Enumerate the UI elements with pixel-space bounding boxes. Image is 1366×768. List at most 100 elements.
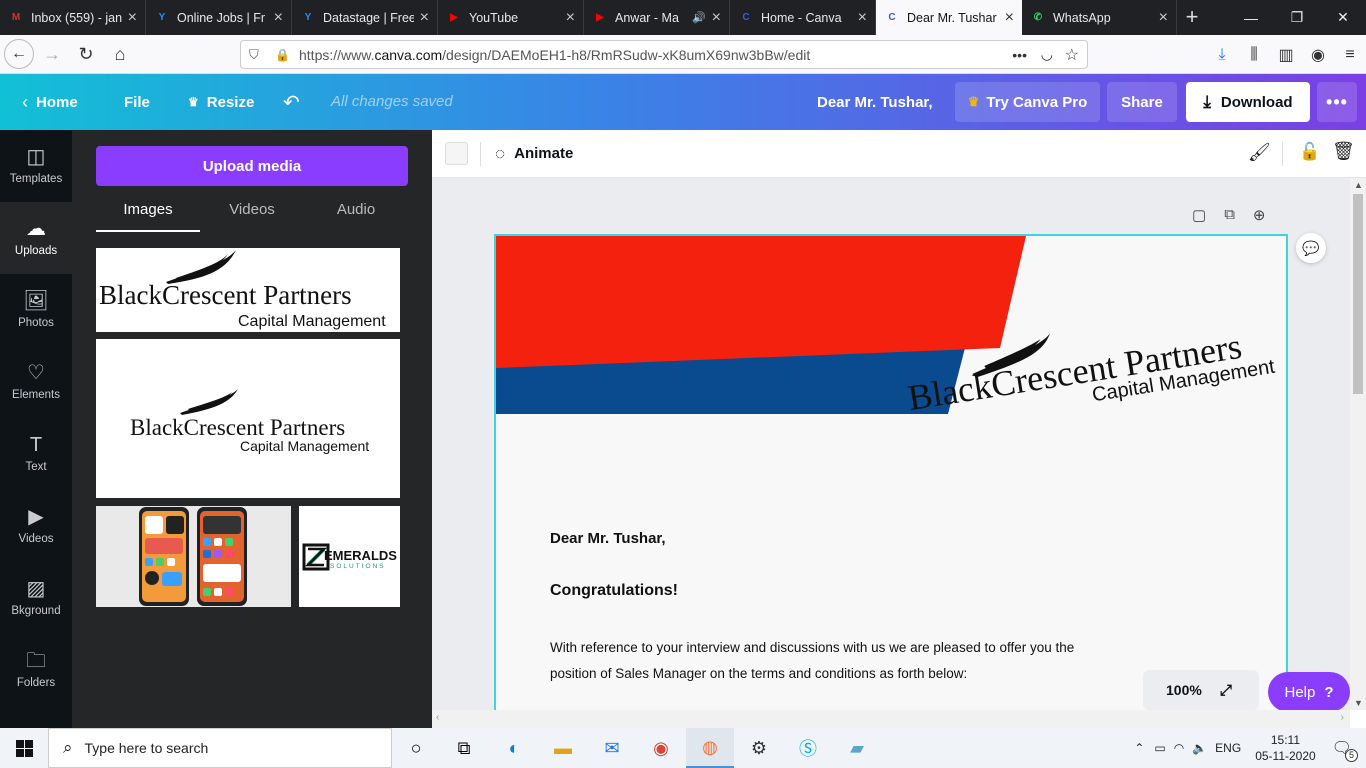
scroll-down-arrow[interactable]: ▼ (1354, 698, 1363, 708)
new-tab-button[interactable]: + (1177, 0, 1207, 35)
close-tab-icon[interactable]: × (858, 9, 867, 27)
scroll-up-arrow[interactable]: ▲ (1354, 180, 1363, 190)
upload-media-button[interactable]: Upload media (96, 146, 408, 186)
notepad-icon[interactable]: ▰ (833, 728, 881, 768)
copy-style-icon[interactable]: 🖌 (1248, 142, 1271, 163)
document-title[interactable]: Dear Mr. Tushar, (817, 74, 933, 130)
sidebar-item-folders[interactable]: 🗀 Folders (0, 634, 72, 706)
cortana-icon[interactable]: ○ (392, 728, 440, 768)
resize-button[interactable]: ♛ Resize (188, 74, 254, 130)
close-window-icon[interactable]: ✕ (1320, 0, 1366, 35)
file-menu-button[interactable]: File (124, 74, 150, 130)
edge-icon[interactable]: ◐ (490, 728, 538, 768)
upload-thumbnail-logo-dark[interactable]: BlackCrescent Partners Capital Managemen… (96, 248, 400, 332)
home-icon[interactable]: ⌂ (104, 38, 136, 70)
shield-icon[interactable]: ⛉ (249, 47, 259, 63)
animate-button[interactable]: ◌ Animate (495, 130, 573, 177)
mail-icon[interactable]: ✉ (588, 728, 636, 768)
close-tab-icon[interactable]: × (128, 9, 137, 27)
background-color-swatch[interactable] (445, 142, 468, 165)
tab-audio[interactable]: Audio (304, 192, 408, 232)
body-text-line-1[interactable]: With reference to your interview and dis… (550, 640, 1074, 655)
browser-tab[interactable]: C Dear Mr. Tushar × (876, 0, 1022, 35)
download-button[interactable]: ⤓ Download (1186, 82, 1310, 122)
reload-icon[interactable]: ↻ (70, 38, 102, 70)
close-tab-icon[interactable]: × (1005, 9, 1014, 27)
show-hidden-icons-icon[interactable]: ⌃ (1134, 741, 1144, 755)
browser-tab[interactable]: M Inbox (559) - jan × (0, 0, 146, 35)
url-bar[interactable]: ⛉ 🔒 https://www.canva.com/design/DAEMoEH… (240, 40, 1088, 69)
speaker-icon[interactable]: 🔊 (692, 11, 706, 24)
design-page[interactable]: BlackCrescent Partners Capital Managemen… (494, 234, 1288, 710)
close-tab-icon[interactable]: × (420, 9, 429, 27)
scroll-thumb[interactable] (1353, 194, 1363, 394)
browser-tab[interactable]: Y Online Jobs | Fr × (146, 0, 292, 35)
share-button[interactable]: Share (1107, 82, 1177, 122)
lock-icon[interactable]: 🔓 (1299, 142, 1320, 162)
fullscreen-icon[interactable]: ⤢ (1220, 682, 1232, 699)
account-icon[interactable]: ◉ (1302, 45, 1334, 65)
pocket-icon[interactable]: ◡ (1041, 46, 1053, 63)
battery-icon[interactable]: ▭ (1154, 741, 1165, 755)
body-text-line-2[interactable]: position of Sales Manager on the terms a… (550, 666, 967, 681)
sidebar-icon[interactable]: ▥ (1270, 45, 1302, 65)
bookmark-star-icon[interactable]: ☆ (1065, 45, 1079, 65)
page-actions-icon[interactable]: ••• (1012, 47, 1027, 63)
back-icon[interactable]: ← (4, 39, 34, 69)
canvas-horizontal-scrollbar[interactable]: ‹ › (432, 710, 1350, 728)
home-button[interactable]: ‹ Home (22, 74, 78, 130)
forward-icon[interactable]: → (36, 38, 68, 70)
upload-thumbnail-phones[interactable] (96, 506, 291, 607)
minimize-icon[interactable]: — (1228, 0, 1274, 35)
menu-icon[interactable]: ≡ (1334, 46, 1366, 64)
browser-tab[interactable]: C Home - Canva × (730, 0, 876, 35)
close-tab-icon[interactable]: × (1159, 9, 1168, 27)
sidebar-item-text[interactable]: T Text (0, 418, 72, 490)
browser-tab[interactable]: ✆ WhatsApp × (1022, 0, 1177, 35)
file-explorer-icon[interactable]: ▬ (539, 728, 587, 768)
volume-icon[interactable]: 🔈 (1192, 741, 1207, 755)
clock[interactable]: 15:11 05-11-2020 (1255, 732, 1316, 764)
firefox-icon[interactable]: ◍ (686, 728, 734, 768)
close-tab-icon[interactable]: × (712, 9, 721, 27)
tab-videos[interactable]: Videos (200, 192, 304, 232)
sidebar-item-photos[interactable]: 🖼 Photos (0, 274, 72, 346)
canvas-vertical-scrollbar[interactable]: ▲ ▼ (1350, 178, 1366, 710)
undo-icon[interactable]: ↶ (283, 74, 300, 130)
delete-icon[interactable]: 🗑 (1332, 141, 1355, 162)
try-canva-pro-button[interactable]: ♛ Try Canva Pro (955, 82, 1100, 122)
settings-icon[interactable]: ⚙ (735, 728, 783, 768)
help-button[interactable]: Help ? (1268, 672, 1350, 710)
sidebar-item-templates[interactable]: ◫ Templates (0, 130, 72, 202)
browser-tab[interactable]: ▶ Anwar - Ma 🔊 × (584, 0, 730, 35)
browser-tab[interactable]: Y Datastage | Free × (292, 0, 438, 35)
downloads-icon[interactable]: ⤓ (1206, 46, 1238, 64)
skype-icon[interactable]: Ⓢ (784, 728, 832, 768)
windows-start-icon[interactable] (0, 728, 48, 768)
close-tab-icon[interactable]: × (274, 9, 283, 27)
browser-tab[interactable]: ▶ YouTube × (438, 0, 584, 35)
sidebar-item-bkground[interactable]: ▨ Bkground (0, 562, 72, 634)
tab-images[interactable]: Images (96, 192, 200, 232)
language-indicator[interactable]: ENG (1215, 741, 1241, 755)
wifi-icon[interactable]: ◠ (1174, 741, 1184, 755)
salutation-text[interactable]: Dear Mr. Tushar, (550, 530, 666, 547)
restore-icon[interactable]: ❐ (1274, 0, 1320, 35)
sidebar-item-elements[interactable]: ♡ Elements (0, 346, 72, 418)
task-view-icon[interactable]: ⧉ (440, 728, 488, 768)
sidebar-item-videos[interactable]: ▶ Videos (0, 490, 72, 562)
library-icon[interactable]: ⫼ (1238, 46, 1270, 64)
scroll-right-arrow[interactable]: › (1341, 712, 1344, 723)
taskbar-search-box[interactable]: ⌕ Type here to search (48, 728, 392, 768)
add-comment-button[interactable]: 💬 (1296, 233, 1326, 263)
duplicate-page-icon[interactable]: ⧉ (1224, 206, 1235, 224)
chrome-icon[interactable]: ◉ (637, 728, 685, 768)
scroll-left-arrow[interactable]: ‹ (436, 712, 439, 723)
zoom-control[interactable]: 100% ⤢ (1143, 670, 1259, 710)
notification-center-icon[interactable]: 🗨 5 (1332, 738, 1358, 762)
add-note-icon[interactable]: ▢ (1192, 206, 1206, 224)
sidebar-item-uploads[interactable]: ☁ Uploads (0, 202, 72, 274)
upload-thumbnail-logo-white[interactable]: BlackCrescent Partners Capital Managemen… (96, 339, 400, 498)
close-tab-icon[interactable]: × (566, 9, 575, 27)
upload-thumbnail-emeralds[interactable]: EMERALDS SOLUTIONS (299, 506, 400, 607)
